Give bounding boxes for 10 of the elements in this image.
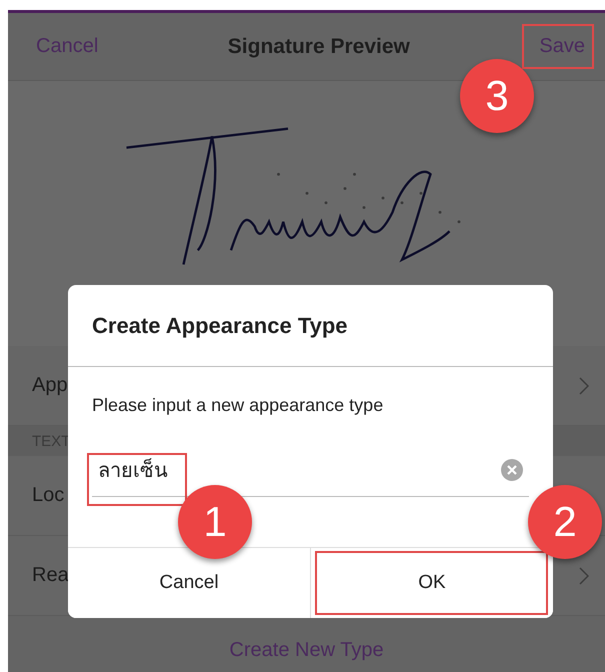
row-label: App (32, 374, 68, 397)
dialog-button[interactable]: OK (310, 548, 553, 618)
dialog-title: Create Appearance Type (68, 285, 553, 367)
dialog-prompt: Please input a new appearance type (92, 395, 384, 416)
chevron-icon (579, 376, 589, 394)
row-label: Rea (32, 564, 69, 587)
clear-icon[interactable] (501, 459, 523, 481)
chevron-icon (579, 566, 589, 584)
screen-title: Signature Preview (228, 34, 410, 58)
row-label: Loc (32, 484, 64, 507)
